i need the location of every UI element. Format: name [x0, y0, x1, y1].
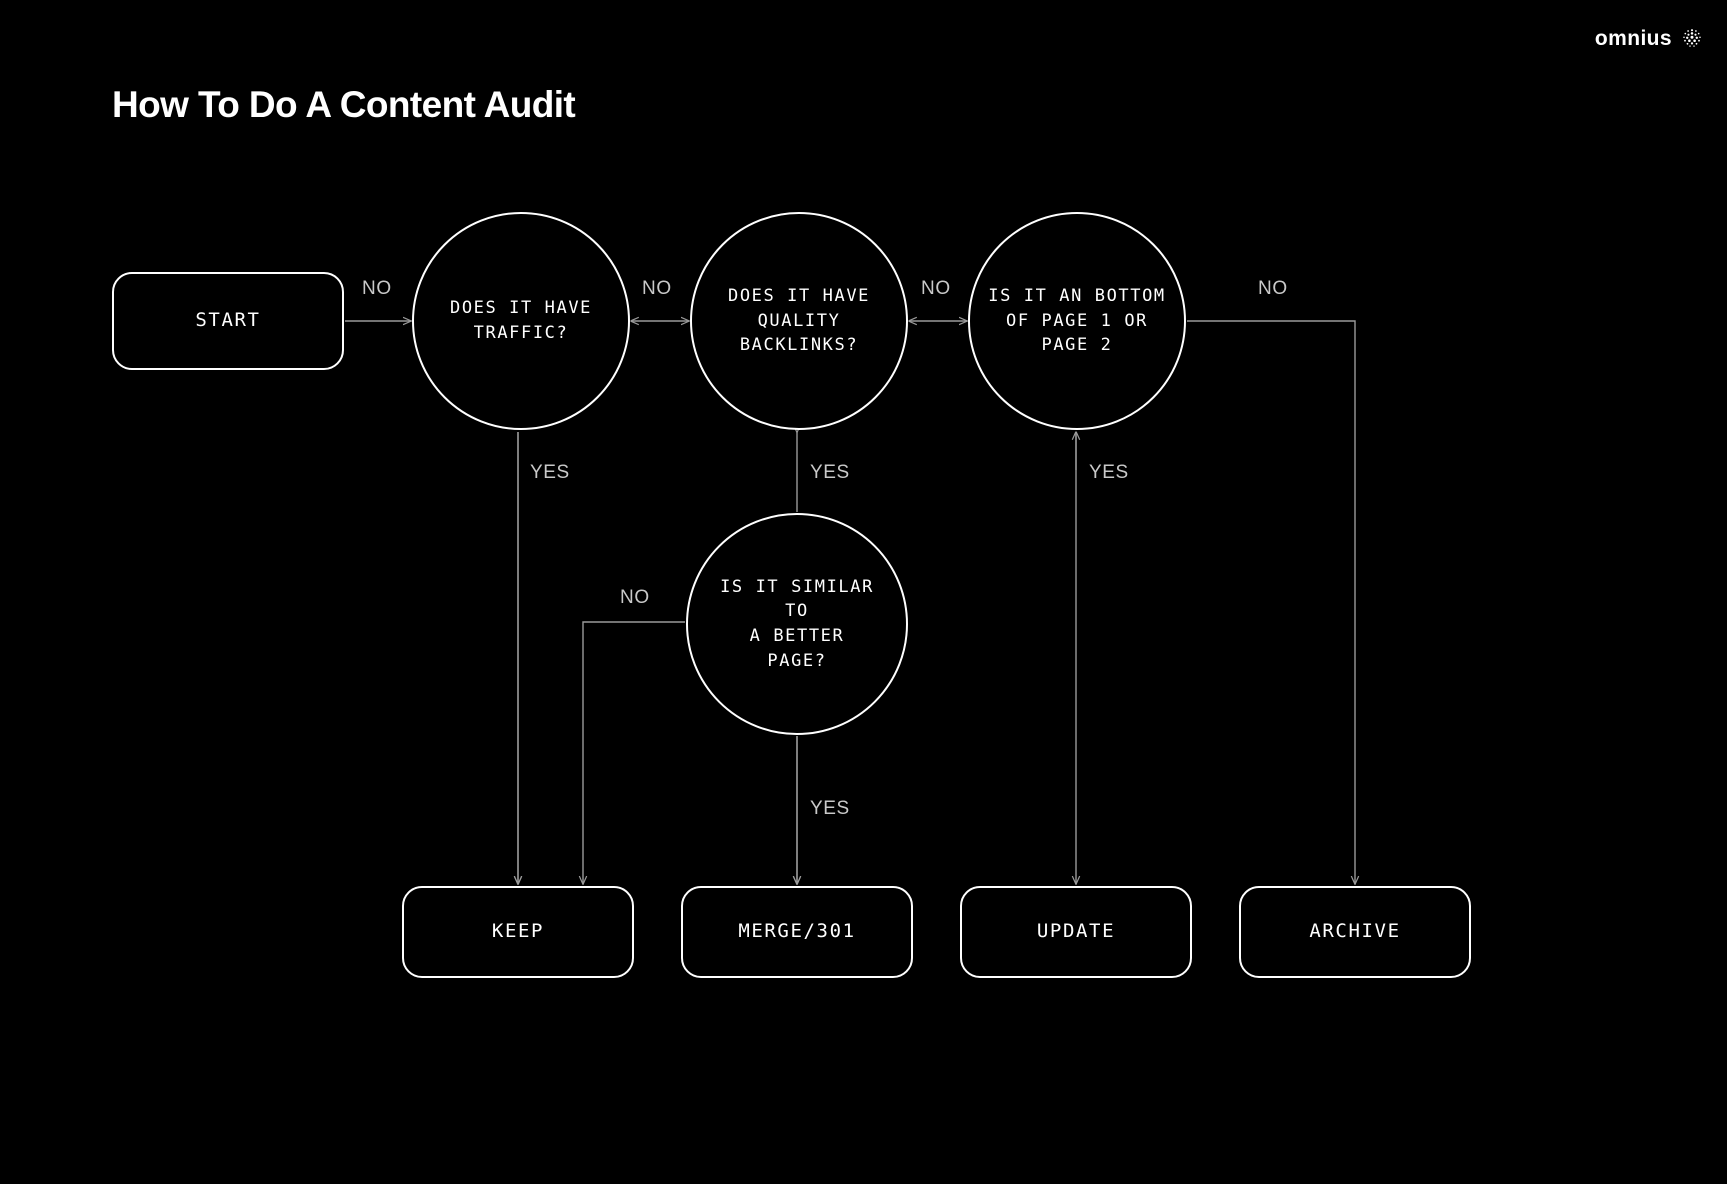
node-start-label: START: [195, 309, 261, 332]
edge-label-similar-to-merge: YES: [810, 798, 850, 819]
node-does-it-have-traffic-label: DOES IT HAVE TRAFFIC?: [449, 298, 593, 343]
edge-label-backlinks-to-page: NO: [921, 278, 951, 299]
node-merge-301-label: MERGE/301: [738, 920, 856, 943]
node-archive-label: ARCHIVE: [1309, 920, 1401, 943]
flowchart-diagram: START DOES IT HAVE TRAFFIC? DOES IT HAVE Q…: [0, 0, 1727, 1184]
node-is-it-an-bottom-of-page-label: IS IT AN BOTTOM OF PAGE 1 OR PAGE 2: [988, 286, 1166, 356]
node-keep[interactable]: KEEP: [402, 886, 634, 978]
node-does-it-have-quality-backlinks-label: DOES IT HAVE QUALITY BACKLINKS?: [727, 286, 871, 356]
edge-label-traffic-to-backlinks: NO: [642, 278, 672, 299]
node-is-it-similar-to-a-better-page[interactable]: IS IT SIMILAR TO A BETTER PAGE?: [686, 513, 908, 735]
edge-label-similar-to-keep: NO: [620, 587, 650, 608]
node-keep-label: KEEP: [491, 920, 545, 943]
node-does-it-have-traffic[interactable]: DOES IT HAVE TRAFFIC?: [412, 212, 630, 430]
edge-label-backlinks-to-similar: YES: [810, 462, 850, 483]
edge-label-start-to-traffic: NO: [362, 278, 392, 299]
edge-label-page-to-update: YES: [1089, 462, 1129, 483]
node-archive[interactable]: ARCHIVE: [1239, 886, 1471, 978]
node-update[interactable]: UPDATE: [960, 886, 1192, 978]
node-does-it-have-quality-backlinks[interactable]: DOES IT HAVE QUALITY BACKLINKS?: [690, 212, 908, 430]
node-update-label: UPDATE: [1036, 920, 1116, 943]
node-is-it-similar-to-a-better-page-label: IS IT SIMILAR TO A BETTER PAGE?: [720, 576, 874, 671]
node-start[interactable]: START: [112, 272, 344, 370]
node-is-it-an-bottom-of-page[interactable]: IS IT AN BOTTOM OF PAGE 1 OR PAGE 2: [968, 212, 1186, 430]
edge-label-page-to-archive: NO: [1258, 278, 1288, 299]
node-merge-301[interactable]: MERGE/301: [681, 886, 913, 978]
edge-label-traffic-to-keep: YES: [530, 462, 570, 483]
